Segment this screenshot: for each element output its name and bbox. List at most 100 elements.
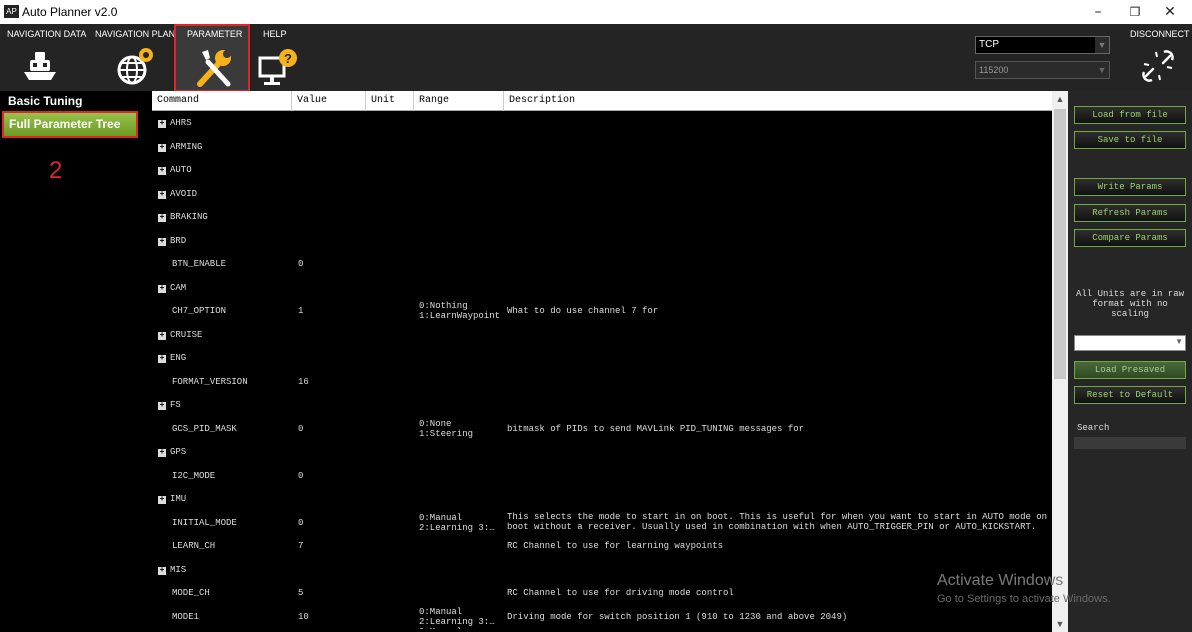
parameter-grid: Command Value Unit Range Description + AH… bbox=[152, 91, 1068, 632]
group-name: CRUISE bbox=[170, 330, 203, 340]
column-header-unit[interactable]: Unit bbox=[366, 91, 414, 111]
load-from-file-button[interactable]: Load from file bbox=[1074, 106, 1186, 124]
load-presaved-button[interactable]: Load Presaved bbox=[1074, 361, 1186, 379]
write-params-button[interactable]: Write Params bbox=[1074, 178, 1186, 196]
disconnect-button[interactable]: DISCONNECT bbox=[1124, 24, 1192, 91]
minimize-button[interactable]: – bbox=[1080, 2, 1116, 22]
group-name: AVOID bbox=[170, 189, 198, 199]
expand-plus-icon[interactable]: + bbox=[158, 214, 166, 222]
parameter-value[interactable]: 0 bbox=[298, 518, 303, 528]
expand-plus-icon[interactable]: + bbox=[158, 167, 166, 175]
save-to-file-button[interactable]: Save to file bbox=[1074, 131, 1186, 149]
parameter-group-row[interactable]: + AHRS bbox=[152, 112, 1052, 135]
group-name: FS bbox=[170, 400, 181, 410]
parameter-range bbox=[419, 536, 507, 558]
parameter-value[interactable]: 7 bbox=[298, 541, 303, 551]
scrollbar-thumb[interactable] bbox=[1054, 109, 1066, 379]
chevron-down-icon[interactable]: ▼ bbox=[1095, 37, 1109, 53]
column-header-command[interactable]: Command bbox=[152, 91, 292, 111]
refresh-params-button[interactable]: Refresh Params bbox=[1074, 204, 1186, 222]
parameter-group-row[interactable]: + BRAKING bbox=[152, 206, 1052, 229]
svg-text:?: ? bbox=[284, 51, 292, 66]
parameter-row[interactable]: I2C_MODE 0 bbox=[152, 465, 1052, 488]
menu-navigation-data[interactable]: NAVIGATION DATA bbox=[4, 24, 90, 91]
close-button[interactable]: ✕ bbox=[1152, 2, 1188, 22]
units-note: All Units are in raw format with no scal… bbox=[1075, 289, 1185, 319]
parameter-group-row[interactable]: + AUTO bbox=[152, 159, 1052, 182]
app-logo-icon: AP bbox=[4, 5, 19, 18]
parameter-value[interactable]: 0 bbox=[298, 424, 303, 434]
parameter-row[interactable]: BTN_ENABLE 0 bbox=[152, 253, 1052, 276]
parameter-row[interactable]: INITIAL_MODE 0 0:Manual 2:Learning 3:… This… bbox=[152, 512, 1052, 535]
parameter-value[interactable]: 0 bbox=[298, 259, 303, 269]
column-header-value[interactable]: Value bbox=[292, 91, 366, 111]
expand-plus-icon[interactable]: + bbox=[158, 285, 166, 293]
column-header-range[interactable]: Range bbox=[414, 91, 504, 111]
parameter-name: INITIAL_MODE bbox=[172, 518, 237, 528]
parameter-group-row[interactable]: + GPS bbox=[152, 441, 1052, 464]
preset-select[interactable]: ▼ bbox=[1074, 335, 1186, 351]
grid-scrollbar[interactable]: ▲ ▼ bbox=[1052, 91, 1068, 632]
search-input[interactable] bbox=[1074, 437, 1186, 449]
parameter-row[interactable]: CH7_OPTION 1 0:Nothing 1:LearnWaypoint What… bbox=[152, 300, 1052, 323]
scroll-up-icon[interactable]: ▲ bbox=[1052, 91, 1068, 107]
scroll-down-icon[interactable]: ▼ bbox=[1052, 616, 1068, 632]
column-header-description[interactable]: Description bbox=[504, 91, 1050, 111]
parameter-name: MODE_CH bbox=[172, 588, 210, 598]
reset-to-default-button[interactable]: Reset to Default bbox=[1074, 386, 1186, 404]
grid-body: + AHRS + ARMING + AUTO + AVOID + BRAKING + BRD BTN_E… bbox=[152, 112, 1052, 632]
group-name: IMU bbox=[170, 494, 187, 504]
sidebar-item-full-parameter-tree[interactable]: Full Parameter Tree bbox=[2, 111, 138, 138]
maximize-button[interactable]: ❐ bbox=[1117, 2, 1153, 22]
parameter-range: 0:Manual 2:Learning 3:… bbox=[419, 513, 495, 533]
parameter-row[interactable]: MODE1 10 0:Manual 2:Learning 3:… 0:Manual D… bbox=[152, 606, 1052, 629]
parameter-name: CH7_OPTION bbox=[172, 306, 227, 316]
menu-navigation-plan[interactable]: NAVIGATION PLAN bbox=[92, 24, 175, 91]
parameter-name: I2C_MODE bbox=[172, 471, 216, 481]
parameter-value[interactable]: 1 bbox=[298, 306, 303, 316]
left-sidebar: Basic Tuning Full Parameter Tree 2 bbox=[0, 91, 150, 632]
globe-gear-icon bbox=[117, 48, 153, 85]
parameter-group-row[interactable]: + MIS bbox=[152, 559, 1052, 582]
parameter-group-row[interactable]: + CRUISE bbox=[152, 324, 1052, 347]
compare-params-button[interactable]: Compare Params bbox=[1074, 229, 1186, 247]
expand-plus-icon[interactable]: + bbox=[158, 332, 166, 340]
parameter-row[interactable]: MODE_CH 5 RC Channel to use for driving mo… bbox=[152, 582, 1052, 605]
group-name: MIS bbox=[170, 565, 187, 575]
chevron-down-icon[interactable]: ▼ bbox=[1095, 62, 1109, 78]
menu-help[interactable]: HELP ? bbox=[258, 24, 318, 91]
parameter-value[interactable]: 5 bbox=[298, 588, 303, 598]
parameter-group-row[interactable]: + ARMING bbox=[152, 136, 1052, 159]
parameter-name: LEARN_CH bbox=[172, 541, 216, 551]
parameter-group-row[interactable]: + IMU bbox=[152, 488, 1052, 511]
sidebar-item-basic-tuning[interactable]: Basic Tuning bbox=[8, 94, 82, 108]
parameter-group-row[interactable]: + BRD bbox=[152, 230, 1052, 253]
expand-plus-icon[interactable]: + bbox=[158, 191, 166, 199]
parameter-value[interactable]: 0 bbox=[298, 471, 303, 481]
expand-plus-icon[interactable]: + bbox=[158, 355, 166, 363]
group-name: ARMING bbox=[170, 142, 203, 152]
expand-plus-icon[interactable]: + bbox=[158, 496, 166, 504]
baud-rate-select[interactable]: 115200 ▼ bbox=[975, 61, 1110, 79]
parameter-row[interactable]: LEARN_CH 7 RC Channel to use for learning … bbox=[152, 535, 1052, 558]
parameter-value[interactable]: 10 bbox=[298, 612, 309, 622]
parameter-group-row[interactable]: + AVOID bbox=[152, 183, 1052, 206]
wrench-screwdriver-icon bbox=[197, 50, 231, 87]
parameter-row[interactable]: FORMAT_VERSION 16 bbox=[152, 371, 1052, 394]
expand-plus-icon[interactable]: + bbox=[158, 567, 166, 575]
menu-parameter[interactable]: PARAMETER bbox=[174, 24, 250, 92]
connection-type-select[interactable]: TCP ▼ bbox=[975, 36, 1110, 54]
parameter-group-row[interactable]: + FS bbox=[152, 394, 1052, 417]
parameter-value[interactable]: 16 bbox=[298, 377, 309, 387]
expand-plus-icon[interactable]: + bbox=[158, 144, 166, 152]
grid-header: Command Value Unit Range Description bbox=[152, 91, 1068, 111]
chevron-down-icon[interactable]: ▼ bbox=[1175, 337, 1183, 346]
expand-plus-icon[interactable]: + bbox=[158, 449, 166, 457]
parameter-group-row[interactable]: + CAM bbox=[152, 277, 1052, 300]
expand-plus-icon[interactable]: + bbox=[158, 402, 166, 410]
parameter-row[interactable]: GCS_PID_MASK 0 0:None 1:Steering bitmask of… bbox=[152, 418, 1052, 441]
parameter-group-row[interactable]: + ENG bbox=[152, 347, 1052, 370]
expand-plus-icon[interactable]: + bbox=[158, 120, 166, 128]
expand-plus-icon[interactable]: + bbox=[158, 238, 166, 246]
connection-type-value: TCP bbox=[979, 39, 999, 50]
